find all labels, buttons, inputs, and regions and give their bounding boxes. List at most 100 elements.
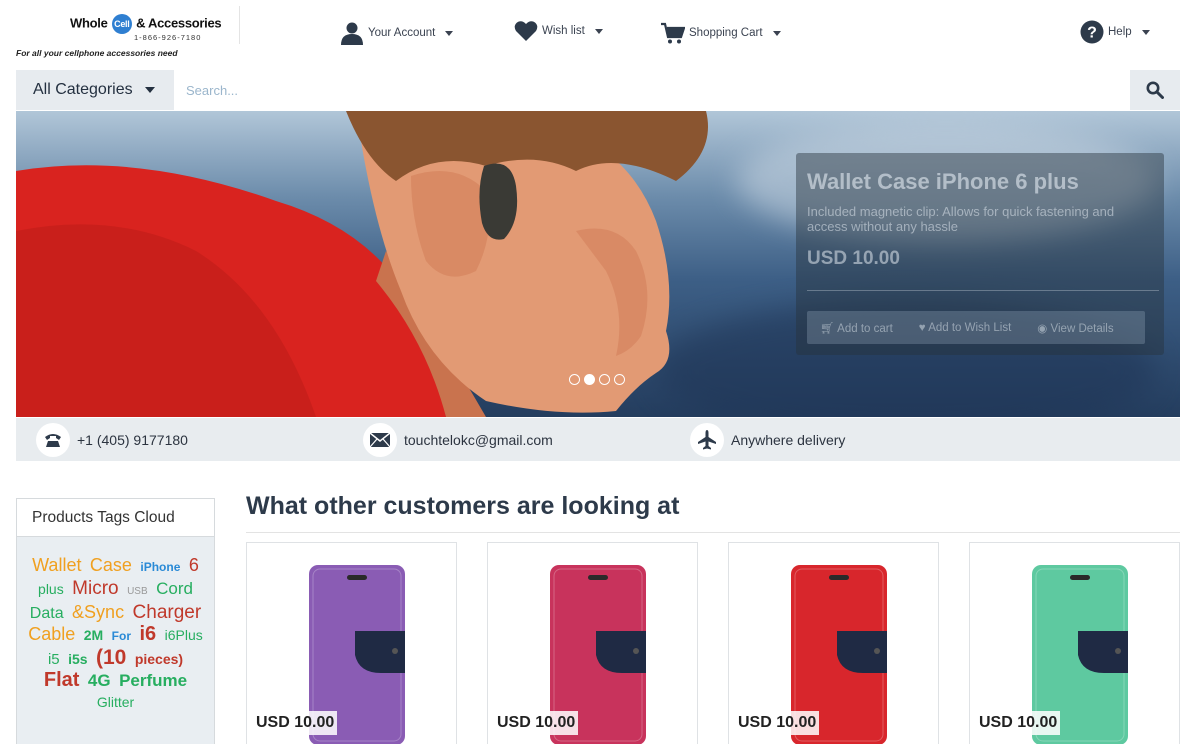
tag-link[interactable]: 2M — [84, 625, 103, 646]
hero-add-to-cart-label: Add to cart — [837, 322, 893, 335]
cart-icon — [661, 22, 685, 44]
help-menu[interactable]: ? Help — [1080, 17, 1150, 47]
product-price: USD 10.00 — [735, 711, 820, 735]
tag-link[interactable]: plus — [38, 579, 64, 600]
hero-button-group: 🛒︎ Add to cart ♥ Add to Wish List ◉ View… — [807, 311, 1145, 344]
section-title: What other customers are looking at — [246, 492, 680, 520]
hero-product-price: USD 10.00 — [807, 248, 900, 269]
tag-link[interactable]: 4G — [88, 670, 111, 691]
logo-tagline: For all your cellphone accessories need — [16, 48, 178, 58]
search-button[interactable] — [1130, 70, 1180, 110]
search-icon — [1146, 81, 1164, 99]
search-input[interactable] — [174, 70, 1130, 110]
tags-cloud-panel: Products Tags Cloud Wallet Case iPhone 6… — [16, 498, 215, 744]
contact-strip: +1 (405) 9177180 touchtelokc@gmail.com A… — [16, 418, 1180, 461]
chevron-down-icon — [594, 28, 603, 34]
hero-add-to-cart-button[interactable]: 🛒︎ Add to cart — [807, 321, 906, 335]
tag-link[interactable]: 6 — [189, 555, 199, 576]
tag-link[interactable]: Glitter — [97, 692, 134, 713]
user-icon — [341, 22, 363, 45]
chevron-down-icon — [445, 30, 454, 36]
shopping-cart-menu[interactable]: Shopping Cart — [661, 18, 781, 48]
hero-promo-panel: Wallet Case iPhone 6 plus Included magne… — [796, 153, 1164, 355]
your-account-menu[interactable]: Your Account — [340, 18, 454, 48]
wish-list-menu[interactable]: Wish list — [514, 16, 603, 46]
search-bar: All Categories — [16, 70, 1180, 110]
heart-icon: ♥ — [918, 321, 926, 334]
hero-product-title[interactable]: Wallet Case iPhone 6 plus — [807, 169, 1153, 195]
contact-delivery: Anywhere delivery — [690, 422, 846, 457]
logo-circle: Cell — [111, 14, 132, 34]
tag-link[interactable]: i5 — [48, 649, 60, 670]
tags-cloud: Wallet Case iPhone 6 plus Micro USB Cord… — [17, 537, 214, 713]
product-card[interactable]: USD 10.00 — [487, 542, 698, 744]
contact-email[interactable]: touchtelokc@gmail.com — [363, 422, 553, 457]
svg-text:?: ? — [1087, 25, 1097, 42]
envelope-icon — [363, 422, 397, 457]
shopping-cart-label: Shopping Cart — [689, 27, 763, 39]
tag-link[interactable]: Wallet — [32, 555, 81, 576]
tag-link[interactable]: pieces) — [135, 649, 183, 670]
tag-link[interactable]: (10 — [96, 647, 126, 668]
carousel-dot-1[interactable] — [569, 374, 580, 385]
tag-link[interactable]: i6Plus — [165, 625, 203, 646]
contact-phone[interactable]: +1 (405) 9177180 — [36, 422, 188, 457]
tag-link[interactable]: i5s — [68, 649, 87, 670]
header-divider — [239, 6, 240, 44]
carousel-dot-4[interactable] — [614, 374, 625, 385]
category-dropdown-label: All Categories — [33, 81, 133, 98]
hero-product-description: Included magnetic clip: Allows for quick… — [807, 204, 1115, 234]
eye-icon: ◉ — [1037, 322, 1048, 335]
wish-list-label: Wish list — [542, 25, 585, 37]
tag-link[interactable]: For — [112, 626, 131, 647]
help-icon: ? — [1080, 20, 1104, 44]
product-price: USD 10.00 — [494, 711, 579, 735]
page: Whole Cell & Accessories 1-866-926-7180 … — [0, 0, 1200, 744]
tag-link[interactable]: Flat — [44, 670, 80, 691]
product-card[interactable]: USD 10.00 — [969, 542, 1180, 744]
heart-icon — [514, 21, 538, 41]
tags-cloud-title: Products Tags Cloud — [17, 499, 214, 537]
tag-link[interactable]: iPhone — [140, 557, 180, 578]
section-divider — [246, 532, 1180, 533]
phone-icon — [36, 422, 70, 457]
carousel-dot-3[interactable] — [599, 374, 610, 385]
chevron-down-icon — [772, 30, 781, 36]
store-logo[interactable]: Whole Cell & Accessories 1-866-926-7180 … — [16, 8, 240, 60]
carousel-dot-2[interactable] — [584, 374, 595, 385]
hero-carousel[interactable]: Wallet Case iPhone 6 plus Included magne… — [16, 111, 1180, 417]
tag-link[interactable]: Perfume — [119, 670, 187, 691]
category-dropdown[interactable]: All Categories — [16, 70, 174, 110]
help-label: Help — [1108, 26, 1132, 38]
hero-view-details-button[interactable]: ◉ View Details — [1024, 321, 1126, 335]
contact-delivery-text: Anywhere delivery — [731, 431, 846, 448]
tag-link[interactable]: Case — [90, 555, 132, 576]
tag-link[interactable]: Data — [30, 603, 64, 624]
tag-link[interactable]: Cord — [156, 578, 193, 599]
tag-link[interactable]: USB — [127, 581, 148, 602]
logo-wordmark: Whole Cell & Accessories — [70, 14, 222, 34]
product-card[interactable]: USD 10.00 — [246, 542, 457, 744]
hero-add-to-wishlist-label: Add to Wish List — [928, 321, 1012, 334]
your-account-label: Your Account — [368, 27, 436, 39]
tag-link[interactable]: i6 — [139, 624, 156, 645]
product-card[interactable]: USD 10.00 — [728, 542, 939, 744]
logo-brand-a: Whole — [70, 15, 108, 31]
hero-add-to-wishlist-button[interactable]: ♥ Add to Wish List — [906, 322, 1024, 334]
chevron-down-icon — [1141, 29, 1150, 35]
logo-brand-b: & Accessories — [136, 15, 222, 31]
hero-view-details-label: View Details — [1050, 322, 1114, 335]
product-price: USD 10.00 — [253, 711, 338, 735]
hero-divider — [807, 290, 1159, 291]
contact-phone-text: +1 (405) 9177180 — [77, 431, 188, 448]
logo-phone: 1-866-926-7180 — [134, 33, 202, 42]
cart-icon: 🛒︎ — [820, 322, 835, 335]
tag-link[interactable]: &Sync — [72, 602, 124, 623]
contact-email-text: touchtelokc@gmail.com — [404, 431, 553, 448]
carousel-indicators — [569, 374, 629, 385]
tag-link[interactable]: Micro — [72, 578, 118, 599]
chevron-down-icon — [144, 87, 155, 93]
tag-link[interactable]: Charger — [133, 602, 202, 623]
product-price: USD 10.00 — [976, 711, 1061, 735]
tag-link[interactable]: Cable — [28, 624, 75, 645]
